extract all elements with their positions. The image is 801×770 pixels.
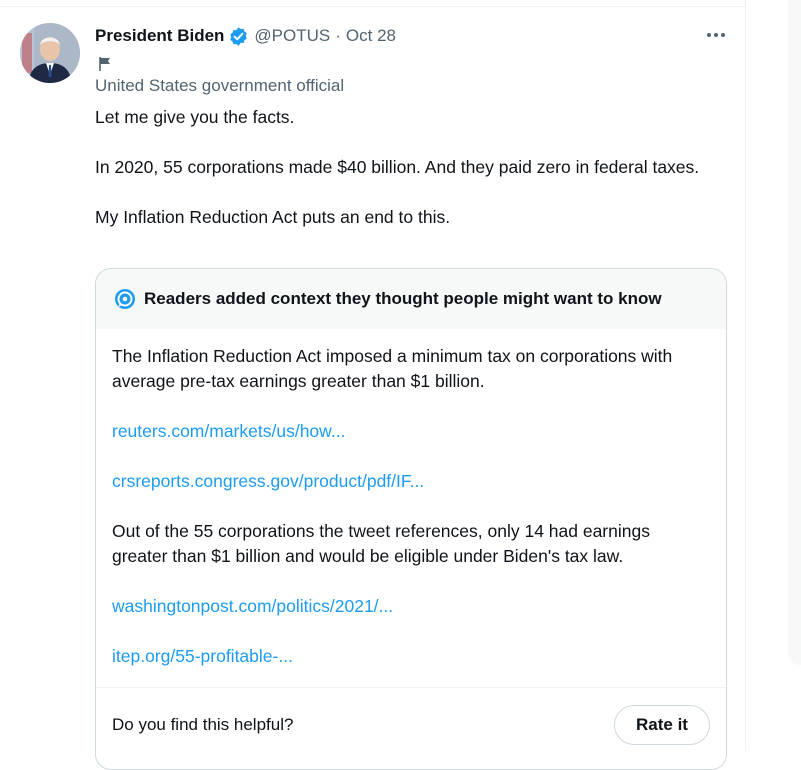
affiliation-label: United States government official xyxy=(95,76,345,95)
flag-icon xyxy=(97,56,113,72)
tweet-header: President Biden @POTUS · Oct 28 xyxy=(95,24,396,48)
author-name[interactable]: President Biden xyxy=(95,26,224,46)
helpful-prompt: Do you find this helpful? xyxy=(112,715,294,734)
divider xyxy=(0,6,745,7)
community-note-body: The Inflation Reduction Act imposed a mi… xyxy=(96,329,726,669)
handle[interactable]: @POTUS xyxy=(254,26,330,46)
tweet-line: In 2020, 55 corporations made $40 billio… xyxy=(95,157,700,177)
rate-it-button[interactable]: Rate it xyxy=(614,705,710,745)
tweet-line: Let me give you the facts. xyxy=(95,107,295,127)
sidebar-panel xyxy=(788,0,801,665)
tweet-date[interactable]: Oct 28 xyxy=(346,26,396,46)
tweet: President Biden @POTUS · Oct 28 United S… xyxy=(0,0,746,770)
community-notes-icon xyxy=(114,288,136,310)
note-paragraph: The Inflation Reduction Act imposed a mi… xyxy=(112,346,673,391)
community-note-footer: Do you find this helpful? Rate it xyxy=(96,687,726,769)
source-link[interactable]: crsreports.congress.gov/product/pdf/IF..… xyxy=(112,469,710,494)
source-link[interactable]: washingtonpost.com/politics/2021/... xyxy=(112,594,710,619)
community-note-title: Readers added context they thought peopl… xyxy=(144,289,662,308)
tweet-line: My Inflation Reduction Act puts an end t… xyxy=(95,207,451,227)
community-note-header: Readers added context they thought peopl… xyxy=(96,269,726,329)
more-icon[interactable] xyxy=(705,26,727,44)
source-link[interactable]: itep.org/55-profitable-... xyxy=(112,644,710,669)
tweet-text: Let me give you the facts. In 2020, 55 c… xyxy=(95,105,735,230)
note-paragraph: Out of the 55 corporations the tweet ref… xyxy=(112,521,650,566)
community-note: Readers added context they thought peopl… xyxy=(95,268,727,770)
avatar[interactable] xyxy=(20,23,80,83)
verified-badge-icon xyxy=(228,26,249,47)
separator-dot: · xyxy=(335,26,341,45)
source-link[interactable]: reuters.com/markets/us/how... xyxy=(112,419,710,444)
